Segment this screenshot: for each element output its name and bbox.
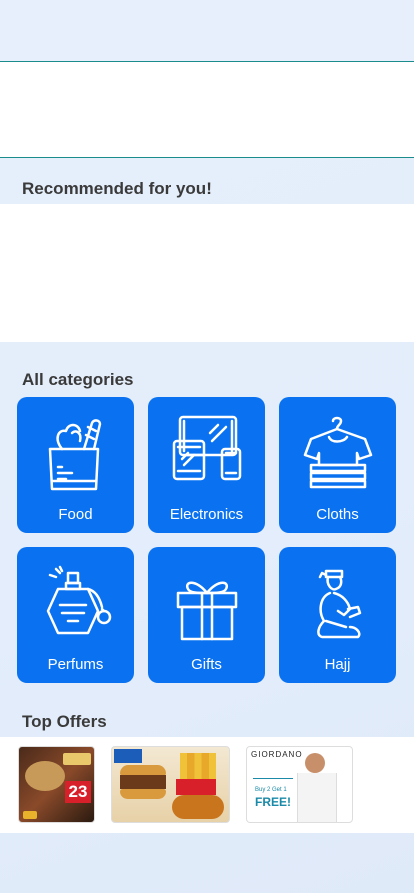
brand-badge [114,749,142,763]
categories-grid: Food Electronics Cloths Perfums Gifts Ha… [17,397,397,683]
offer-promo: Buy 2 Get 1 [255,787,287,793]
offer-free: FREE! [255,795,291,809]
categories-title: All categories [22,370,134,389]
category-gifts[interactable]: Gifts [148,547,265,683]
burger-patty-image [120,775,166,789]
category-label: Cloths [316,506,359,523]
status-bar-area [0,0,414,61]
gift-box-icon [176,581,237,641]
burger-bottom-image [120,789,166,799]
food-image [25,761,65,791]
fries-box-image [176,779,216,795]
offer-ribbon [63,753,91,765]
category-electronics[interactable]: Electronics [148,397,265,533]
offer-card-1[interactable]: 23 [18,746,95,823]
category-hajj[interactable]: Hajj [279,547,396,683]
perfume-bottle-icon [46,565,111,635]
model-shirt-image [297,773,337,822]
category-label: Hajj [324,656,351,673]
model-head-image [305,753,325,773]
offer-brand: GIORDANO [251,750,303,759]
grocery-bag-icon [48,419,101,491]
devices-icon [172,415,241,481]
category-label: Electronics [169,506,244,523]
logo-mark [23,811,37,819]
offer-number: 23 [65,781,91,803]
offers-title: Top Offers [22,712,107,731]
recommended-title: Recommended for you! [22,179,212,198]
category-perfums[interactable]: Perfums [17,547,134,683]
recommended-carousel[interactable] [0,204,414,342]
category-label: Food [58,506,93,523]
clothes-icon [303,416,372,489]
offers-carousel: 23 GIORDANO Buy 2 Get 1 FREE! [0,737,414,833]
offer-card-3[interactable]: GIORDANO Buy 2 Get 1 FREE! [246,746,353,823]
arabic-headline [253,765,293,779]
offer-card-2[interactable] [111,746,230,823]
burger-bun-image [120,765,166,775]
promo-banner[interactable] [0,61,414,158]
praying-person-icon [316,569,361,639]
fried-chicken-image [172,795,224,819]
category-label: Perfums [47,656,104,673]
category-food[interactable]: Food [17,397,134,533]
category-label: Gifts [191,656,222,673]
category-cloths[interactable]: Cloths [279,397,396,533]
